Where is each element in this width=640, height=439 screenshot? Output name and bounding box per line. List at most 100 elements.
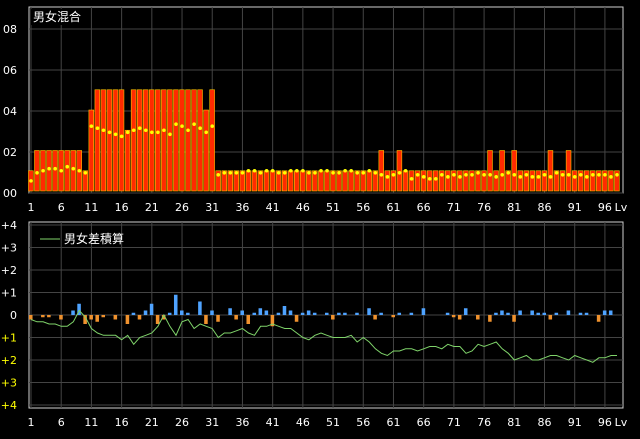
- dot-mixed: [566, 173, 571, 177]
- bar-diff: [173, 294, 178, 315]
- bar-mixed: [342, 170, 348, 192]
- dot-mixed: [409, 177, 414, 181]
- dot-mixed: [609, 175, 613, 179]
- dot-mixed: [488, 173, 492, 177]
- dot-mixed: [113, 132, 118, 137]
- bar-mixed: [547, 150, 554, 192]
- dot-mixed: [276, 170, 281, 175]
- bar-mixed: [155, 89, 161, 192]
- x-tick-label: 41: [266, 416, 280, 429]
- bar-diff: [494, 312, 498, 315]
- x-tick-label: 51: [326, 416, 340, 429]
- bar-diff: [536, 312, 540, 315]
- dot-mixed: [615, 173, 619, 177]
- x-tick-label: 21: [145, 201, 159, 214]
- bar-diff: [204, 315, 208, 324]
- bar-mixed: [445, 170, 451, 192]
- dot-mixed: [319, 168, 323, 173]
- dot-mixed: [270, 168, 275, 173]
- dot-mixed: [264, 168, 269, 173]
- dot-mixed: [349, 168, 353, 173]
- bar-mixed: [203, 109, 209, 192]
- x-tick-label: 86: [538, 416, 552, 429]
- bar-diff: [240, 310, 244, 315]
- bar-diff: [101, 315, 106, 318]
- dot-mixed: [603, 173, 607, 177]
- dot-mixed: [125, 130, 130, 135]
- dot-mixed: [379, 173, 384, 177]
- dot-mixed: [397, 170, 402, 175]
- dot-mixed: [452, 173, 456, 177]
- x-tick-label: 76: [477, 416, 491, 429]
- bar-diff: [306, 310, 311, 315]
- bar-diff: [125, 315, 130, 324]
- bar-diff: [312, 312, 317, 315]
- panel-diff-cumulative: +4+3+2+10+1+2+3+4 1 6 11 16 21 26 31 36 41 46 51 56…: [1, 219, 628, 429]
- y-tick-label: +4: [1, 219, 17, 232]
- y-tick-label: 08: [3, 23, 17, 36]
- bar-diff: [445, 312, 450, 315]
- bar-mixed: [179, 89, 185, 192]
- dot-mixed: [168, 132, 172, 137]
- bar-diff: [373, 315, 377, 320]
- dot-mixed: [252, 168, 257, 173]
- bar-diff: [367, 308, 371, 315]
- dot-mixed: [440, 173, 444, 177]
- y-tick-label: 0: [10, 309, 17, 322]
- dot-mixed: [222, 170, 227, 175]
- x-tick-label: 96: [598, 201, 612, 214]
- bar-diff: [300, 312, 305, 315]
- bar-mixed: [88, 109, 95, 192]
- bar-diff: [463, 308, 468, 315]
- dot-mixed: [29, 179, 33, 183]
- bar-diff: [71, 310, 75, 315]
- y-tick-label: 02: [3, 146, 17, 159]
- bar-mixed: [493, 170, 499, 192]
- dot-mixed: [325, 168, 329, 173]
- bar-diff: [379, 312, 383, 315]
- bar-mixed: [112, 89, 119, 192]
- bar-diff: [258, 308, 263, 315]
- bar-diff: [28, 315, 33, 320]
- x-tick-label: 96: [598, 416, 612, 429]
- bar-diff: [331, 315, 335, 320]
- dot-mixed: [446, 175, 450, 179]
- bar-mixed: [70, 150, 76, 192]
- dot-mixed: [89, 124, 94, 128]
- dot-mixed: [186, 128, 190, 133]
- bar-mixed: [396, 150, 403, 192]
- dot-mixed: [433, 177, 438, 181]
- y-ticks-top: 00 02 04 06 08: [3, 23, 17, 200]
- y-tick-label: +2: [1, 264, 17, 277]
- bar-diff: [282, 306, 287, 315]
- dot-mixed: [500, 173, 505, 177]
- bar-mixed: [263, 170, 270, 192]
- dot-mixed: [494, 175, 498, 179]
- bar-diff: [41, 315, 45, 318]
- bar-mixed: [46, 150, 52, 192]
- x-tick-label: 41: [266, 201, 280, 214]
- bar-mixed: [366, 170, 372, 192]
- x-tick-label: Lv: [615, 201, 628, 214]
- bar-diff: [488, 315, 492, 322]
- bar-diff: [137, 315, 142, 320]
- dot-mixed: [77, 168, 82, 173]
- x-tick-label: Lv: [615, 416, 628, 429]
- bar-mixed: [324, 170, 330, 192]
- bar-mixed: [161, 89, 167, 192]
- bar-mixed: [136, 89, 143, 192]
- dot-mixed: [512, 173, 517, 177]
- dot-mixed: [421, 175, 426, 179]
- bar-mixed: [426, 170, 433, 192]
- y-tick-label: 04: [3, 105, 17, 118]
- dot-mixed: [578, 173, 583, 177]
- bar-diff: [264, 310, 269, 315]
- bar-diff: [506, 312, 510, 315]
- bar-diff: [228, 308, 232, 315]
- dot-mixed: [59, 168, 64, 173]
- x-tick-label: 36: [235, 201, 249, 214]
- x-tick-label: 71: [447, 201, 461, 214]
- bar-mixed: [457, 170, 463, 192]
- x-tick-label: 26: [175, 201, 189, 214]
- dot-mixed: [361, 170, 366, 175]
